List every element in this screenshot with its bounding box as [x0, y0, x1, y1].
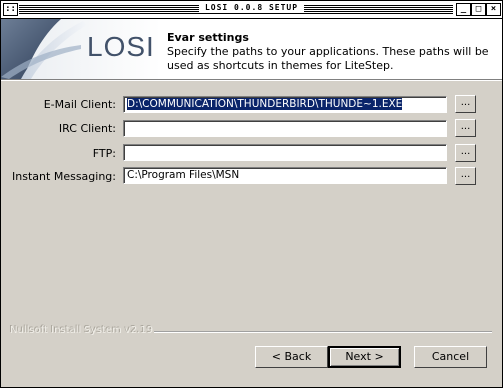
installer-window: :: LOSI 0.0.8 SETUP _ □ × LOSI Evar sett…	[0, 0, 503, 388]
header-divider	[1, 80, 502, 81]
cancel-button[interactable]: Cancel	[414, 346, 487, 368]
close-button[interactable]: ×	[486, 3, 501, 16]
email-client-field[interactable]: D:\COMMUNICATION\THUNDERBIRD\THUNDE~1.EX…	[123, 96, 447, 113]
footer-divider	[154, 331, 492, 333]
page-title: Evar settings	[167, 31, 249, 44]
ftp-browse-button[interactable]: ...	[455, 144, 476, 162]
logo-text: LOSI	[87, 31, 155, 62]
irc-browse-button[interactable]: ...	[455, 119, 476, 137]
nsis-branding: Nullsoft Install System v2.19	[10, 325, 154, 336]
irc-client-label: IRC Client:	[58, 122, 116, 135]
instant-messaging-browse-button[interactable]: ...	[455, 167, 476, 185]
instant-messaging-field[interactable]: C:\Program Files\MSN	[123, 167, 447, 184]
back-button[interactable]: < Back	[255, 346, 328, 368]
next-button[interactable]: Next >	[328, 346, 401, 368]
page-description: Specify the paths to your applications. …	[167, 45, 489, 72]
irc-client-field[interactable]	[123, 120, 447, 137]
email-browse-button[interactable]: ...	[455, 95, 476, 113]
maximize-button[interactable]: □	[471, 3, 486, 16]
ftp-label: FTP:	[92, 147, 116, 160]
window-title: LOSI 0.0.8 SETUP	[198, 3, 305, 12]
instant-messaging-label: Instant Messaging:	[12, 170, 116, 183]
losi-logo: LOSI	[1, 19, 161, 79]
email-client-label: E-Mail Client:	[43, 98, 116, 111]
minimize-button[interactable]: _	[456, 3, 471, 16]
header-panel: LOSI Evar settings Specify the paths to …	[1, 19, 502, 80]
title-bar[interactable]: :: LOSI 0.0.8 SETUP _ □ ×	[1, 1, 502, 19]
ftp-field[interactable]	[123, 144, 447, 161]
email-client-value: D:\COMMUNICATION\THUNDERBIRD\THUNDE~1.EX…	[127, 98, 403, 110]
